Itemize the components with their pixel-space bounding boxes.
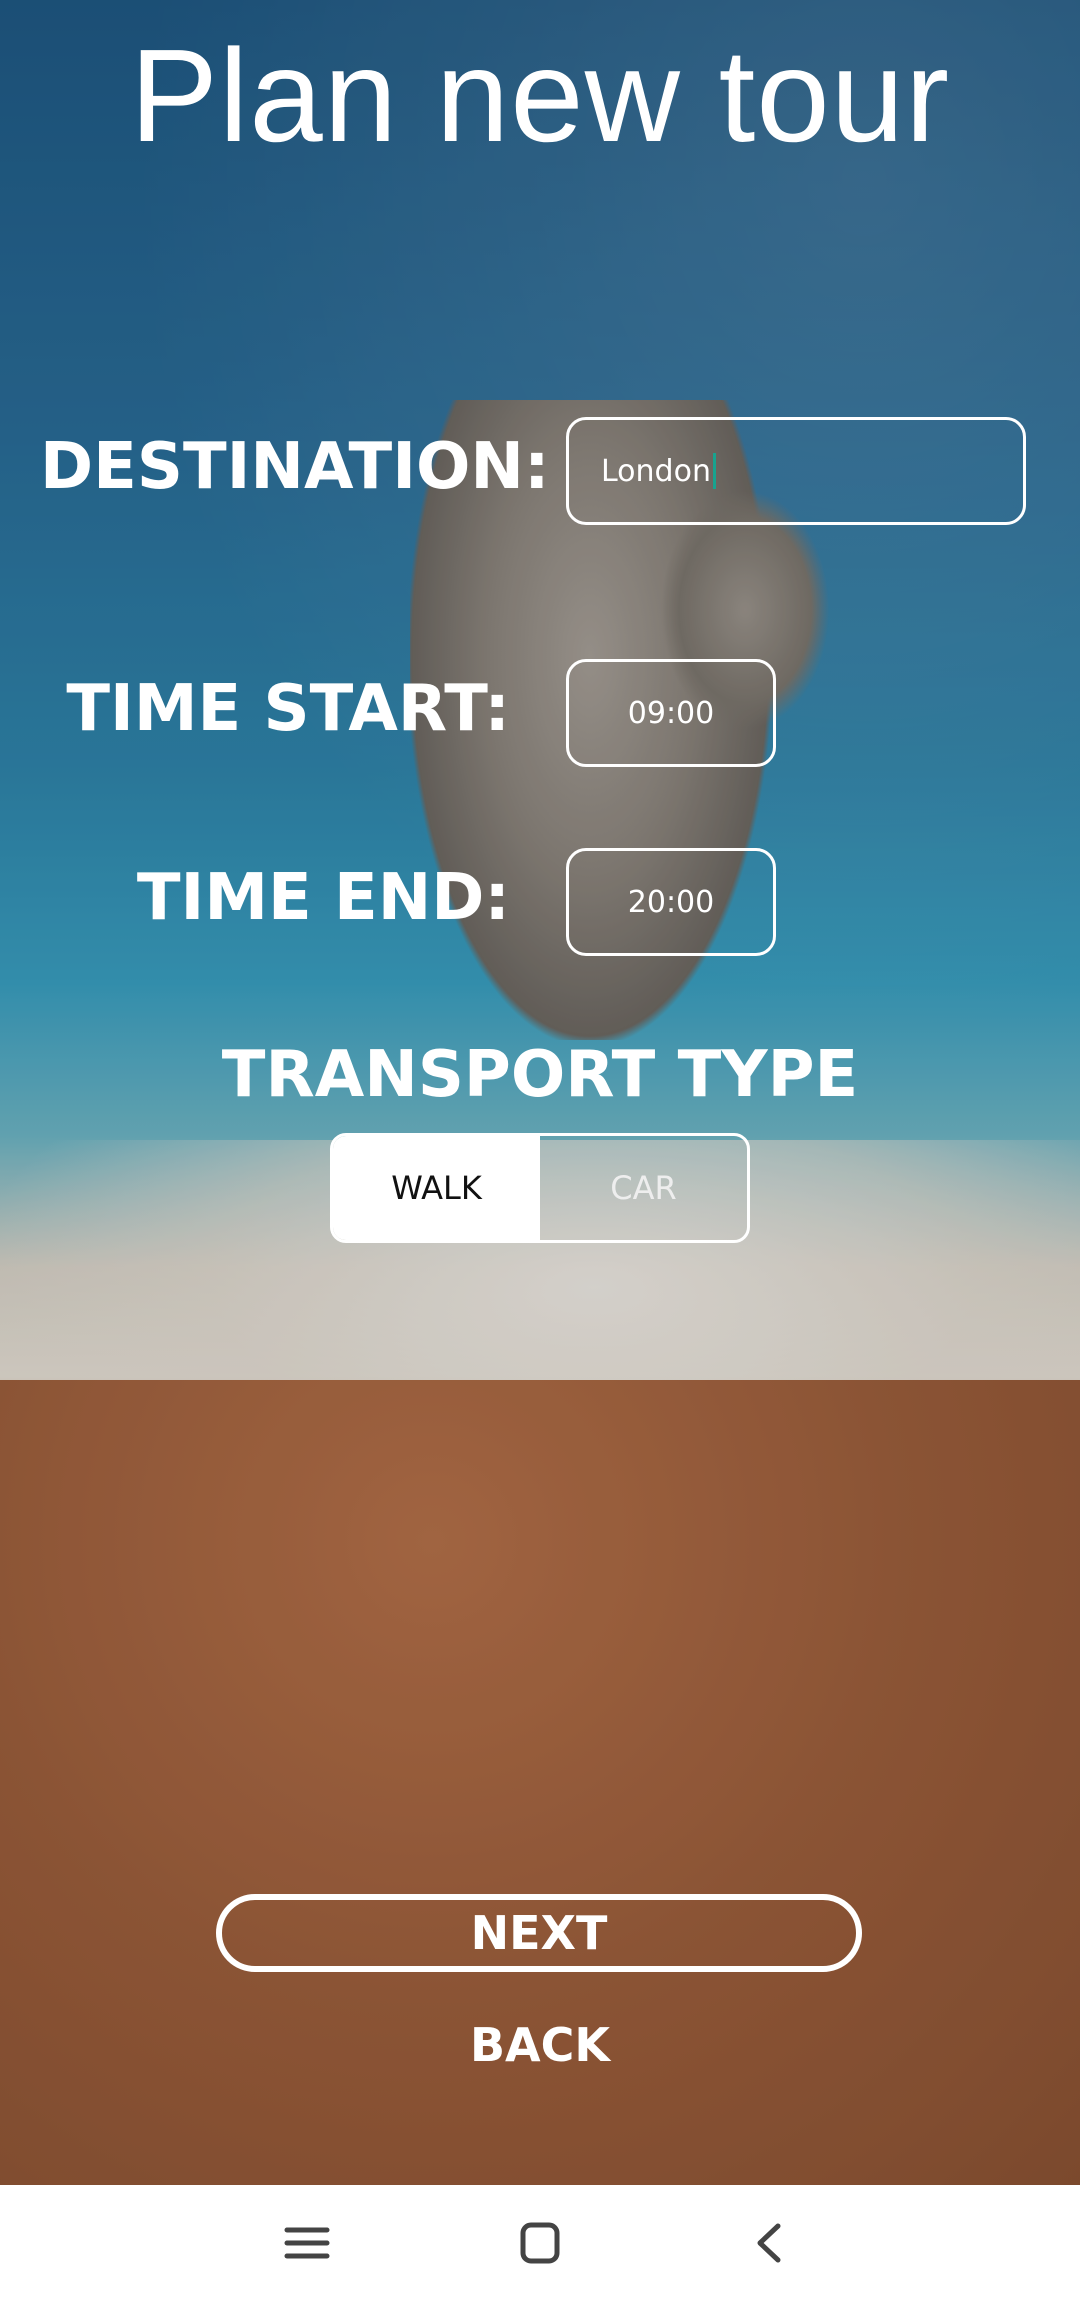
destination-label: DESTINATION: (40, 430, 550, 504)
time-end-value: 20:00 (627, 884, 715, 920)
text-caret (712, 453, 716, 489)
time-start-label: TIME START: (66, 672, 510, 746)
destination-value: London (601, 453, 711, 489)
back-icon[interactable] (740, 2220, 800, 2266)
time-end-input[interactable]: 20:00 (566, 848, 776, 956)
home-icon[interactable] (510, 2220, 570, 2266)
page-title: Plan new tour (129, 22, 951, 169)
destination-input[interactable]: London (566, 417, 1026, 525)
menu-icon[interactable] (277, 2220, 337, 2266)
transport-option-walk[interactable]: WALK (333, 1136, 540, 1240)
time-start-value: 09:00 (627, 695, 715, 731)
system-navigation-bar (0, 2185, 1080, 2300)
transport-toggle: WALK CAR (330, 1133, 750, 1243)
time-end-label: TIME END: (136, 861, 510, 935)
transport-type-title: TRANSPORT TYPE (221, 1038, 859, 1112)
time-start-input[interactable]: 09:00 (566, 659, 776, 767)
back-button[interactable]: BACK (0, 2018, 1080, 2072)
next-button[interactable]: NEXT (216, 1894, 862, 1972)
transport-option-car[interactable]: CAR (540, 1136, 747, 1240)
